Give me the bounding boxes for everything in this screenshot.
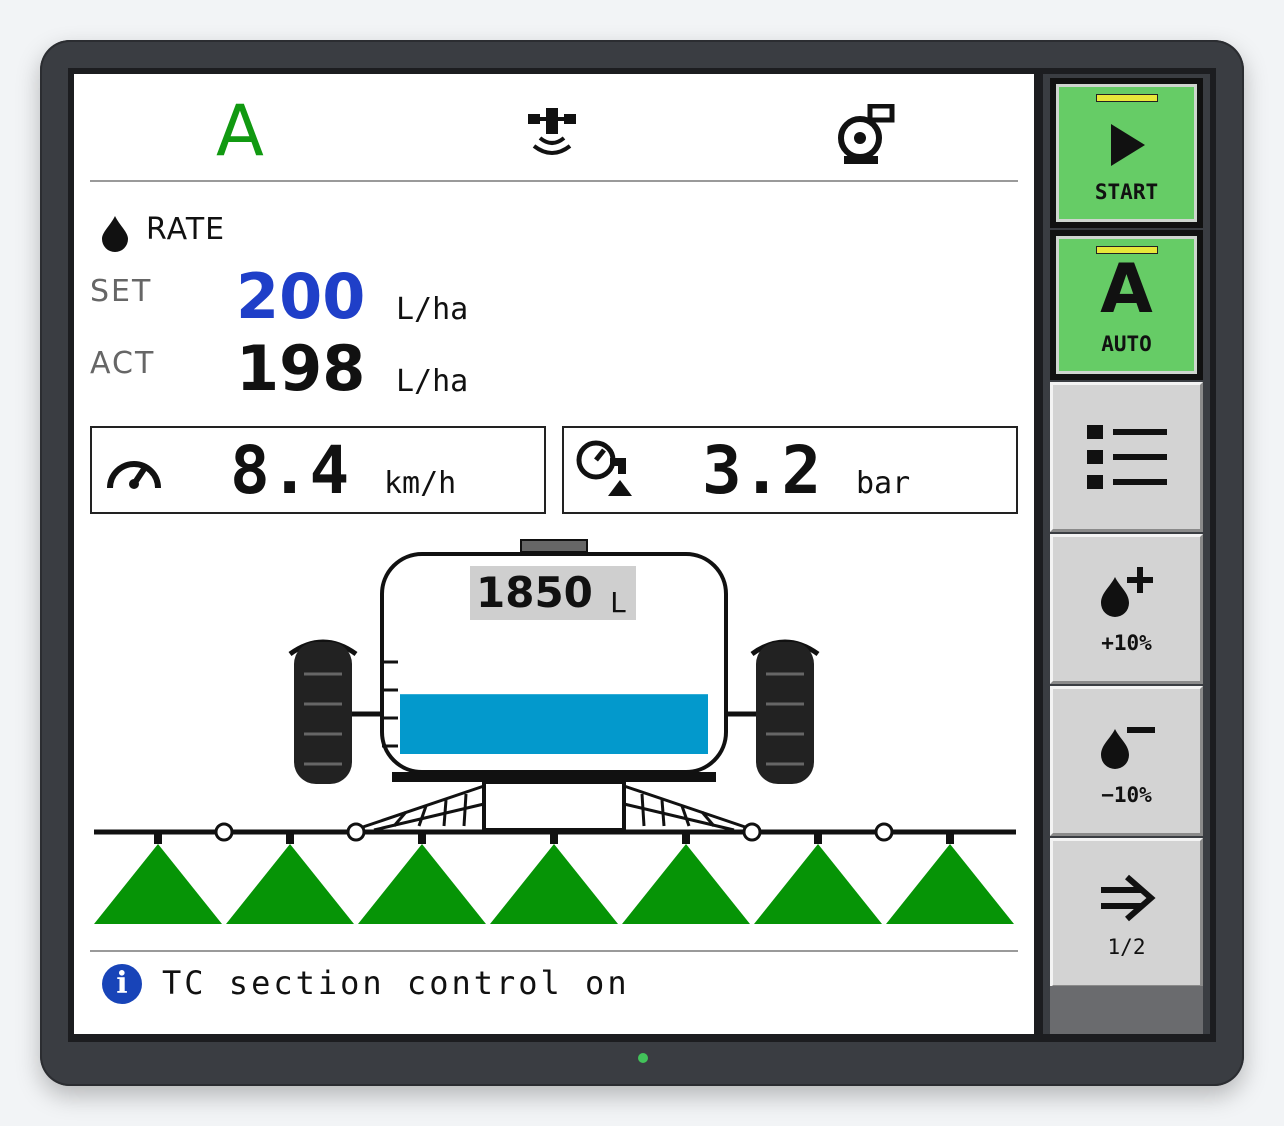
menu-button[interactable] bbox=[1050, 382, 1203, 532]
start-indicator bbox=[1095, 94, 1158, 102]
rate-plus-label: +10% bbox=[1101, 631, 1152, 655]
act-value: 198 bbox=[236, 332, 366, 405]
drop-plus-icon bbox=[1100, 567, 1153, 617]
info-icon: i bbox=[102, 964, 142, 1004]
tank-volume: 1850 bbox=[476, 568, 593, 617]
display-bezel: A RATE SET 200 L/ha ACT 198 L/ha 8.4 km/… bbox=[68, 68, 1216, 1042]
spray-section bbox=[490, 834, 618, 924]
left-wheel bbox=[288, 639, 358, 784]
gps-antenna-icon bbox=[528, 108, 576, 155]
next-page-button[interactable]: 1/2 bbox=[1050, 838, 1203, 988]
pump-icon bbox=[838, 104, 895, 164]
spray-section bbox=[226, 834, 354, 924]
speedometer-icon bbox=[107, 461, 161, 489]
rate-minus-button[interactable]: −10% bbox=[1050, 686, 1203, 836]
start-button[interactable]: START bbox=[1050, 78, 1203, 228]
speed-panel: 8.4 km/h bbox=[90, 426, 546, 514]
status-message: TC section control on bbox=[162, 964, 630, 1002]
rate-minus-label: −10% bbox=[1101, 783, 1152, 807]
speed-value: 8.4 bbox=[230, 432, 350, 509]
spray-section bbox=[622, 834, 750, 924]
tank-liquid bbox=[400, 694, 708, 754]
arrow-right-icon bbox=[1100, 874, 1156, 922]
drop-minus-icon bbox=[1100, 727, 1155, 769]
pressure-gauge-icon bbox=[576, 440, 632, 496]
auto-mode-button[interactable]: A AUTO bbox=[1050, 230, 1203, 380]
rate-plus-button[interactable]: +10% bbox=[1050, 534, 1203, 684]
rate-title: RATE bbox=[146, 212, 226, 247]
auto-mode-icon: A bbox=[216, 90, 264, 172]
right-wheel bbox=[750, 639, 820, 784]
main-screen: A RATE SET 200 L/ha ACT 198 L/ha 8.4 km/… bbox=[74, 74, 1034, 1034]
list-menu-icon bbox=[1086, 425, 1167, 489]
act-unit: L/ha bbox=[396, 364, 469, 399]
softkey-column: START A AUTO +10% −10% 1/2 bbox=[1043, 74, 1210, 1034]
softkey-filler bbox=[1050, 986, 1203, 1034]
spray-section bbox=[358, 834, 486, 924]
power-led bbox=[638, 1053, 648, 1063]
auto-a-icon: A bbox=[1100, 250, 1153, 329]
tank-volume-readout: 1850 L bbox=[470, 566, 636, 620]
spray-section bbox=[94, 834, 222, 924]
footer-divider bbox=[90, 950, 1018, 952]
drop-icon bbox=[102, 216, 128, 252]
header-divider bbox=[90, 180, 1018, 182]
pressure-unit: bar bbox=[856, 466, 911, 501]
set-value: 200 bbox=[236, 260, 366, 333]
page-indicator: 1/2 bbox=[1107, 935, 1146, 959]
set-unit: L/ha bbox=[396, 292, 469, 327]
set-label: SET bbox=[90, 274, 153, 309]
tank-volume-unit: L bbox=[610, 586, 627, 619]
act-label: ACT bbox=[90, 346, 156, 381]
auto-label: AUTO bbox=[1101, 332, 1152, 356]
play-icon bbox=[1110, 124, 1145, 166]
terminal-device: A RATE SET 200 L/ha ACT 198 L/ha 8.4 km/… bbox=[40, 40, 1244, 1086]
tank-cap bbox=[520, 539, 588, 553]
spray-section bbox=[886, 834, 1014, 924]
spray-section bbox=[754, 834, 882, 924]
speed-unit: km/h bbox=[384, 466, 457, 501]
pressure-panel: 3.2 bar bbox=[562, 426, 1018, 514]
start-label: START bbox=[1094, 180, 1159, 204]
pressure-value: 3.2 bbox=[702, 432, 822, 509]
